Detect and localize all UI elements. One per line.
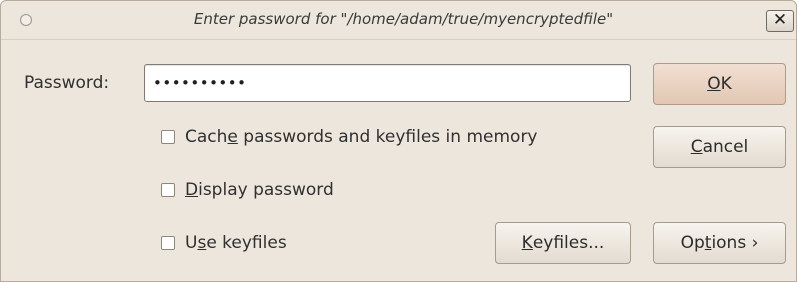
cancel-button[interactable]: Cancel xyxy=(653,126,786,168)
cache-passwords-option[interactable]: Cache passwords and keyfiles in memory xyxy=(161,127,538,147)
ok-mnemonic: O xyxy=(707,74,721,94)
password-masked-value: •••••••••• xyxy=(153,74,247,92)
password-field[interactable]: •••••••••• xyxy=(144,64,631,102)
dialog-title: Enter password for "/home/adam/true/myen… xyxy=(193,10,614,28)
close-button[interactable]: ✕ xyxy=(766,10,794,32)
keyfiles-mnemonic: K xyxy=(521,233,533,253)
cache-passwords-label: Cache passwords and keyfiles in memory xyxy=(185,127,538,147)
keyfiles-button[interactable]: Keyfiles... xyxy=(495,222,631,264)
cancel-mnemonic: C xyxy=(690,137,703,157)
display-password-label: Display password xyxy=(185,180,334,200)
title-bar[interactable]: Enter password for "/home/adam/true/myen… xyxy=(1,1,796,40)
options-button[interactable]: Op t ions › xyxy=(653,222,786,264)
options-mnemonic: t xyxy=(704,233,712,253)
display-password-option[interactable]: Display password xyxy=(161,180,334,200)
ok-button[interactable]: OK xyxy=(653,63,786,105)
display-password-checkbox[interactable] xyxy=(161,183,175,197)
use-keyfiles-label: Use keyfiles xyxy=(185,233,287,253)
password-dialog: Enter password for "/home/adam/true/myen… xyxy=(0,0,797,282)
cache-passwords-checkbox[interactable] xyxy=(161,130,175,144)
use-keyfiles-checkbox[interactable] xyxy=(161,236,175,250)
use-keyfiles-option[interactable]: Use keyfiles xyxy=(161,233,287,253)
close-icon: ✕ xyxy=(772,10,788,30)
password-label: Password: xyxy=(24,73,110,93)
